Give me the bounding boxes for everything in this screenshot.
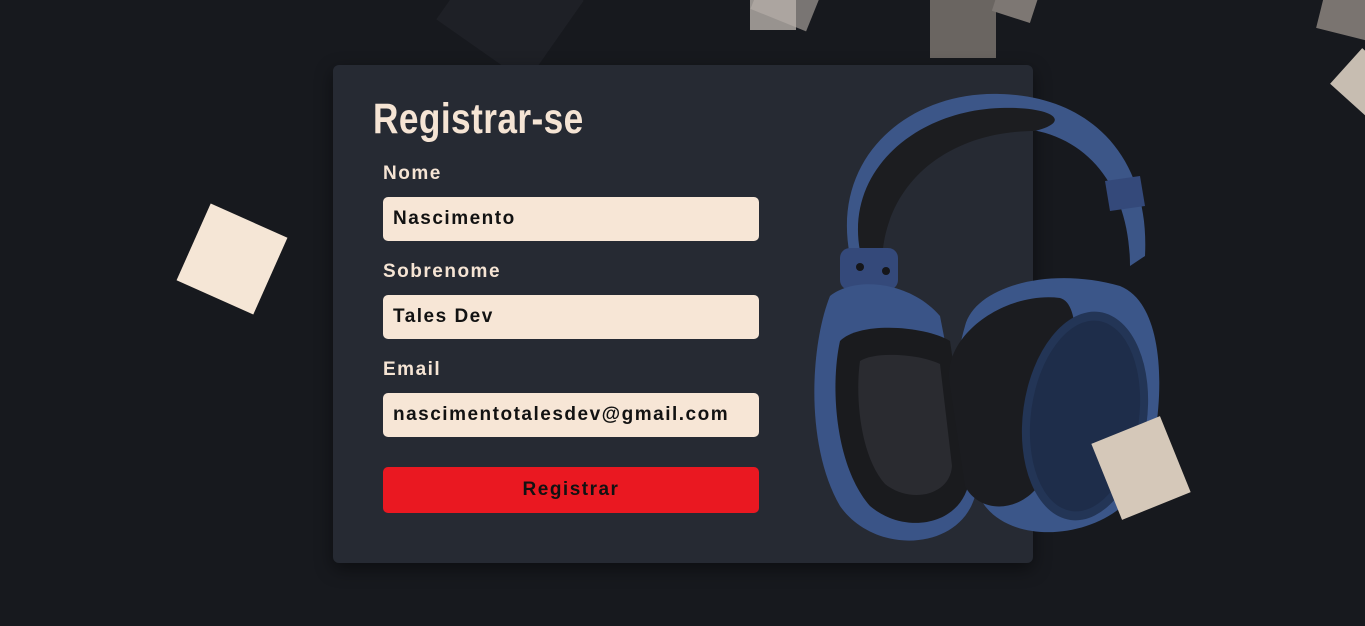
page-title: Registrar-se (373, 95, 584, 143)
decorative-square (930, 0, 996, 58)
email-input[interactable] (383, 393, 759, 437)
first-name-label: Nome (383, 163, 442, 184)
last-name-label: Sobrenome (383, 261, 502, 282)
decorative-square (1330, 48, 1365, 116)
decorative-square (991, 0, 1045, 24)
decorative-square (176, 203, 288, 315)
first-name-input[interactable] (383, 197, 759, 241)
email-label: Email (383, 359, 442, 380)
last-name-input[interactable] (383, 295, 759, 339)
page: Registrar-se Nome Sobrenome Email Regist… (0, 0, 1365, 626)
decorative-square (1316, 0, 1365, 43)
decorative-square (750, 0, 796, 30)
register-button[interactable]: Registrar (383, 467, 759, 513)
